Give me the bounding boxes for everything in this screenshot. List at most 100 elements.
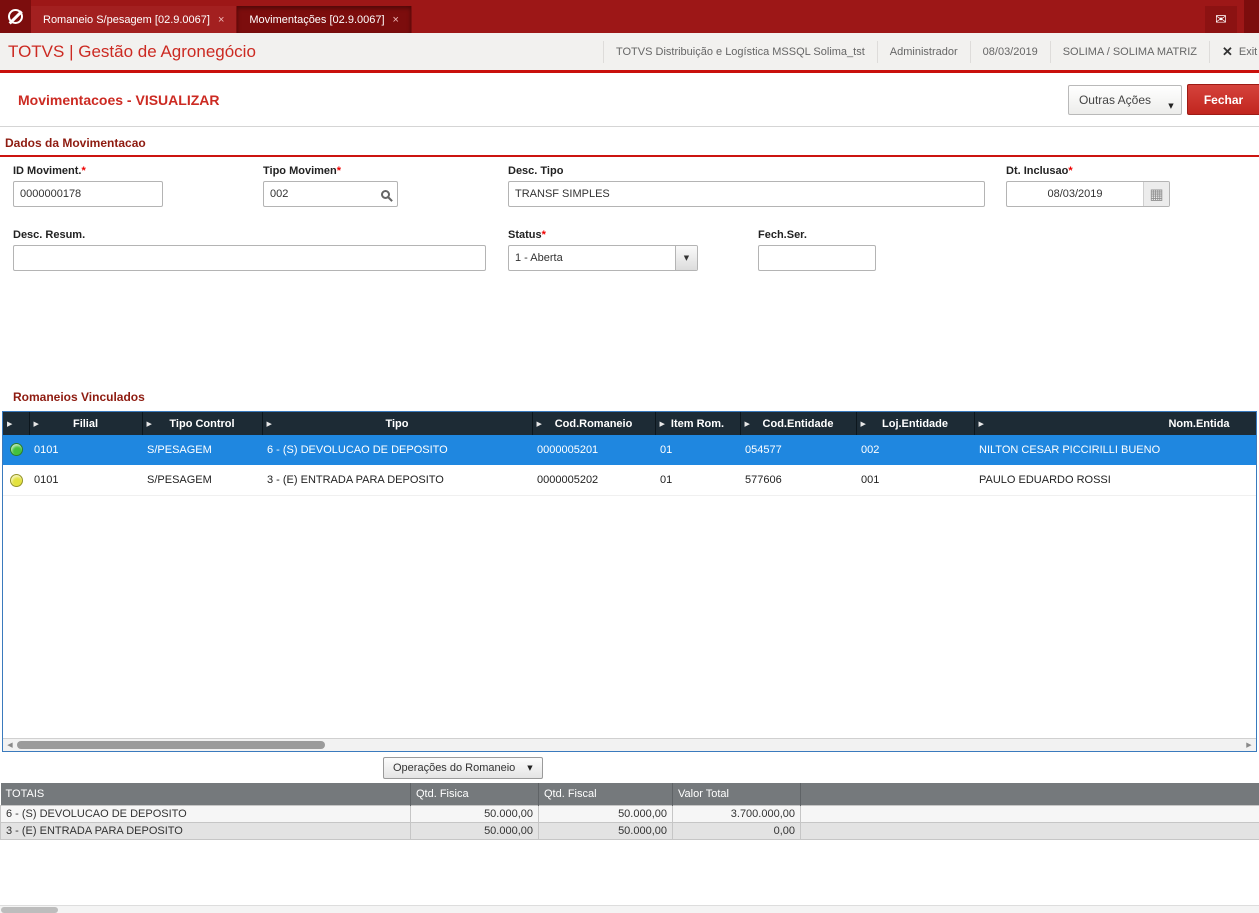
grid-cell: 01 [660,443,673,456]
operacoes-romaneio-label: Operações do Romaneio [393,762,516,774]
outras-acoes-label: Outras Ações [1078,93,1151,107]
totals-column-header: Qtd. Fiscal [538,783,673,805]
section-title-romaneios: Romaneios Vinculados [13,390,145,404]
fechar-button[interactable]: Fechar [1187,84,1259,115]
scroll-left-icon[interactable]: ◀ [3,739,17,751]
grid-selector-header[interactable]: ▶ [3,412,30,435]
fech-ser-input[interactable] [759,246,875,270]
id-moviment-input[interactable] [14,182,162,206]
status-dropdown-button[interactable]: ▼ [675,246,697,270]
mail-icon: ✉ [1215,11,1227,28]
column-label: Item Rom. [670,417,725,430]
desc-tipo-field: Desc. Tipo [508,165,985,207]
totals-cell: 0,00 [672,821,801,840]
row-selector-cell [3,465,29,495]
row-status-icon [9,473,23,487]
totals-cell: 3 - (E) ENTRADA PARA DEPOSITO [0,821,411,840]
tab-label: Movimentações [02.9.0067] [249,13,385,26]
exit-button[interactable]: ✕ Exit [1209,40,1259,63]
page-scrollbar-thumb[interactable] [1,907,58,913]
column-label: Loj.Entidade [882,417,948,430]
totals-column-header: Valor Total [672,783,801,805]
field-label: Tipo Movimen* [263,165,342,177]
totals-column-header-empty [800,783,1259,805]
tab-close-icon[interactable]: × [218,14,224,26]
grid-column-header[interactable]: ▶ Cod.Entidade [740,412,857,435]
chevron-down-icon: ▼ [527,764,533,772]
chevron-down-icon[interactable]: ▼ [1161,86,1181,114]
grid-cell: 001 [861,474,880,486]
window-tab[interactable]: Romaneio S/pesagem [02.9.0067] × [31,6,238,33]
grid-column-header[interactable]: ▶ Cod.Romaneio [532,412,656,435]
totals-cell: 3.700.000,00 [672,804,801,823]
grid-column-header[interactable]: ▶ Tipo Control [142,412,263,435]
window-tab[interactable]: Movimentações [02.9.0067] × [237,6,412,33]
column-label: Filial [72,417,99,430]
field-label: Fech.Ser. [758,229,807,241]
totals-row: 6 - (S) DEVOLUCAO DE DEPOSITO 50.000,00 50… [0,804,1259,823]
column-label: Cod.Romaneio [554,417,633,430]
tab-label: Romaneio S/pesagem [02.9.0067] [43,13,210,26]
grid-body: 0101 S/PESAGEM 6 - (S) DEVOLUCAO DE DEPOSI… [3,435,1256,495]
grid-column-header[interactable]: ▶ Nom.Entida [974,412,1256,435]
search-button[interactable] [373,182,397,206]
status-select[interactable] [509,246,675,270]
field-label: Status* [508,229,546,241]
grid-column-header[interactable]: ▶ Filial [29,412,143,435]
grid-cell: PAULO EDUARDO ROSSI [979,474,1111,486]
section-title-dados: Dados da Movimentacao [5,136,146,150]
grid-horizontal-scrollbar[interactable]: ◀ ▶ [3,738,1256,751]
grid-header-row: ▶ ▶ Filial ▶ Tipo Control ▶ Tipo ▶ Cod.Romaneio ▶… [3,412,1256,435]
page-scrollbar[interactable] [0,905,1259,913]
tipo-movimen-input[interactable] [264,182,373,206]
window-tabs: Romaneio S/pesagem [02.9.0067] × Movimenta… [31,0,412,33]
required-marker: * [1068,165,1073,177]
outras-acoes-button[interactable]: Outras Ações ▼ [1067,85,1182,115]
desc-resum-input[interactable] [14,246,485,270]
dropdown-icon: ▼ [683,254,690,262]
grid-row[interactable]: 0101 S/PESAGEM 6 - (S) DEVOLUCAO DE DEPOSI… [3,435,1256,465]
grid-column-header[interactable]: ▶ Item Rom. [655,412,741,435]
grid-column-header[interactable]: ▶ Tipo [262,412,533,435]
field-label: Desc. Tipo [508,165,564,177]
row-selector-cell [3,435,29,465]
id-moviment-field: ID Moviment.* [13,165,163,207]
totals-row: 3 - (E) ENTRADA PARA DEPOSITO 50.000,00 50… [0,821,1259,840]
company-label: SOLIMA / SOLIMA MATRIZ [1049,40,1209,63]
scroll-right-icon[interactable]: ▶ [1242,739,1256,751]
totals-cell: 6 - (S) DEVOLUCAO DE DEPOSITO [0,804,411,823]
dt-inclusao-input[interactable] [1007,182,1143,206]
desc-tipo-input[interactable] [509,182,984,206]
tab-close-icon[interactable]: × [393,14,399,26]
exit-label: Exit [1238,45,1258,58]
calendar-button[interactable]: ▦ [1143,182,1169,206]
app-logo-button[interactable] [0,0,31,33]
page-toolbar: Movimentacoes - VISUALIZAR Outras Ações … [0,73,1259,127]
totals-cell: 50.000,00 [410,804,539,823]
totals-table: TOTAIS Qtd. Fisica Qtd. Fiscal Valor Total … [0,783,1259,840]
column-arrow-icon: ▶ [146,419,152,428]
totals-cell-empty [800,821,1259,840]
desc-resum-field: Desc. Resum. [13,229,486,271]
mail-button[interactable]: ✉ [1205,6,1237,33]
calendar-icon: ▦ [1149,184,1164,203]
grid-column-header[interactable]: ▶ Loj.Entidade [856,412,975,435]
grid-cell: 002 [861,443,880,456]
grid-cell: 054577 [745,443,782,456]
tipo-movimen-field: Tipo Movimen* [263,165,398,207]
scrollbar-thumb[interactable] [17,741,325,749]
operacoes-romaneio-button[interactable]: Operações do Romaneio ▼ [383,757,543,779]
grid-cell: NILTON CESAR PICCIRILLI BUENO [979,443,1161,456]
totals-column-header: TOTAIS [0,783,411,805]
grid-actions-row: Operações do Romaneio ▼ [383,757,1259,779]
totals-header-row: TOTAIS Qtd. Fisica Qtd. Fiscal Valor Total [0,783,1259,805]
window-titlebar: Romaneio S/pesagem [02.9.0067] × Movimenta… [0,0,1259,33]
column-arrow-icon: ▶ [978,419,984,428]
grid-row[interactable]: 0101 S/PESAGEM 3 - (E) ENTRADA PARA DEPOSI… [3,465,1256,495]
totals-cell-empty [800,804,1259,823]
totals-cell: 50.000,00 [538,804,673,823]
app-title: TOTVS | Gestão de Agronegócio [8,41,256,61]
search-icon [380,189,390,199]
column-label: Cod.Entidade [762,417,834,430]
close-icon: ✕ [1222,43,1233,59]
